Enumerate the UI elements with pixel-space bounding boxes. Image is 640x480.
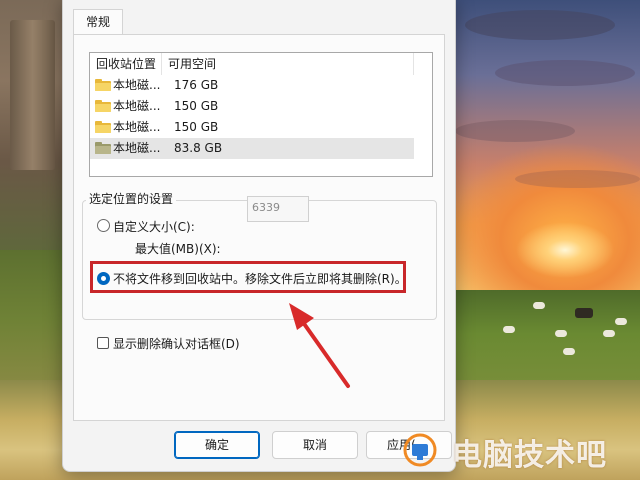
watermark: 电脑技术吧 [400, 428, 636, 473]
annotation-arrow-icon [289, 303, 350, 388]
watermark-logo-icon [403, 433, 437, 467]
watermark-text: 电脑技术吧 [452, 438, 607, 473]
